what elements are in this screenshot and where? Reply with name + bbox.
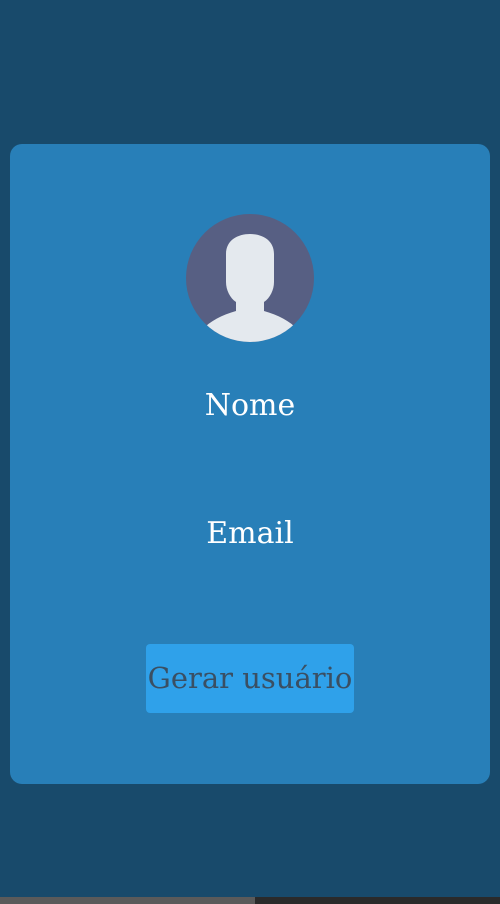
- scrollbar-thumb[interactable]: [0, 897, 255, 904]
- avatar: [186, 214, 314, 342]
- name-label: Nome: [204, 388, 296, 423]
- user-silhouette-icon: [202, 234, 298, 342]
- user-card: Nome Email Gerar usuário: [10, 144, 490, 784]
- horizontal-scrollbar[interactable]: [0, 897, 500, 904]
- generate-user-button[interactable]: Gerar usuário: [146, 644, 354, 713]
- page: Nome Email Gerar usuário: [0, 0, 500, 904]
- email-label: Email: [206, 516, 294, 551]
